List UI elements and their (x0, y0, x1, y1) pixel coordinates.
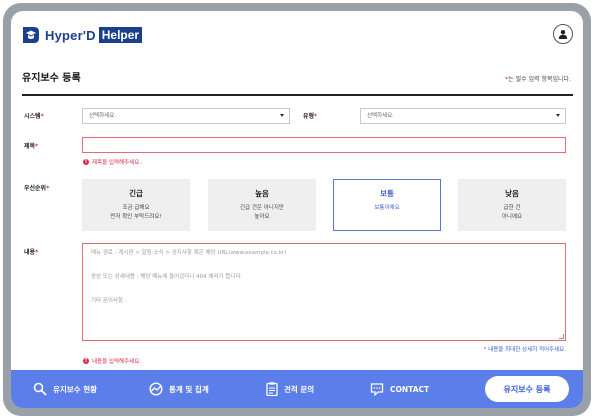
priority-name: 낮음 (505, 189, 519, 198)
chat-icon (370, 383, 384, 396)
content-hint: * 내용을 최대한 상세히 적어주세요. (483, 347, 566, 353)
chart-icon (149, 382, 163, 396)
resize-handle[interactable] (559, 334, 564, 339)
priority-name: 긴급 (129, 189, 143, 198)
subject-error-text: 제목을 입력해주세요. (92, 160, 142, 166)
nav-contact[interactable]: CONTACT (370, 370, 429, 408)
nav-label: 통계 및 집계 (169, 384, 209, 394)
system-label-text: 시스템 (24, 113, 41, 120)
nav-quote-inquiry[interactable]: 견적 문의 (266, 370, 314, 408)
priority-desc-line: 먼저 확인 부탁드려요! (110, 214, 162, 220)
content-label: 내용* (24, 247, 38, 256)
content-error: ! 내용을 입력해주세요. (83, 357, 141, 365)
priority-label: 우선순위* (24, 183, 49, 192)
subject-error: ! 제목을 입력해주세요. (83, 158, 141, 166)
priority-desc-line: 긴급 건은 아니지만 (240, 205, 284, 211)
priority-desc: 보통이에요 (334, 204, 440, 213)
nav-label: 유지보수 현황 (53, 384, 98, 394)
chevron-down-icon (280, 114, 284, 117)
nav-label: 견적 문의 (284, 384, 315, 394)
search-icon (33, 382, 47, 396)
page-title: 유지보수 등록 (22, 73, 81, 84)
subject-input[interactable] (82, 137, 566, 153)
device-frame: Hyper'D Helper 유지보수 등록 *는 필수 입력 항목입니다. 시… (3, 3, 591, 416)
title-divider (22, 94, 573, 96)
content-label-text: 내용 (24, 249, 36, 256)
content-textarea[interactable]: 메뉴 경로 : 게시판 > 알림·소식 > 공지사항 혹은 해당 URL(www… (82, 243, 566, 341)
nav-maintenance-status[interactable]: 유지보수 현황 (33, 370, 97, 408)
alert-icon: ! (83, 358, 89, 364)
priority-desc-line: 급한 건 (503, 205, 521, 211)
priority-desc-line: 조금 급해요 (122, 205, 150, 211)
priority-desc: 급한 건 아니에요 (459, 204, 565, 222)
bottom-nav: 유지보수 현황 통계 및 집계 견적 문의 CONTACT 유지보수 등록 (11, 370, 583, 408)
priority-option-low[interactable]: 낮음 급한 건 아니에요 (458, 179, 566, 231)
system-select-value: 선택하세요. (89, 113, 117, 119)
nav-statistics[interactable]: 통계 및 집계 (149, 370, 209, 408)
content-required-star: * (35, 249, 39, 256)
subject-label-text: 제목 (24, 143, 36, 150)
priority-option-normal[interactable]: 보통 보통이에요 (333, 179, 441, 231)
subject-required-star: * (35, 143, 39, 150)
placeholder-line: 기타 문의사항 : (91, 298, 127, 304)
system-label: 시스템* (24, 111, 44, 120)
priority-desc-line: 높아요 (254, 214, 270, 220)
priority-desc: 조금 급해요 먼저 확인 부탁드려요! (83, 204, 189, 222)
alert-icon: ! (83, 159, 89, 165)
type-label: 유형* (303, 111, 317, 120)
priority-name: 보통 (380, 189, 394, 198)
app-header: Hyper'D Helper (11, 11, 583, 59)
priority-name: 높음 (255, 189, 269, 198)
chevron-down-icon (556, 114, 560, 117)
system-required-star: * (40, 113, 44, 120)
logo-badge: Helper (98, 27, 143, 43)
placeholder-line: 메뉴 경로 : 게시판 > 알림·소식 > 공지사항 혹은 해당 URL(www… (91, 250, 287, 256)
subject-label: 제목* (24, 141, 38, 150)
logo-mark-icon (23, 27, 39, 43)
priority-desc-line: 보통이에요 (374, 205, 400, 211)
required-note-text: 는 필수 입력 항목입니다. (508, 76, 571, 83)
user-icon (558, 30, 568, 39)
user-button[interactable] (553, 24, 573, 44)
priority-required-star: * (46, 185, 50, 192)
priority-label-text: 우선순위 (24, 185, 47, 192)
placeholder-line: 증상 또는 상세내용 : 해당 메뉴에 들어갔더니 404 에러가 뜹니다. (91, 274, 243, 280)
priority-option-urgent[interactable]: 긴급 조금 급해요 먼저 확인 부탁드려요! (82, 179, 190, 231)
type-select[interactable]: 선택하세요. (360, 108, 566, 124)
submit-maintenance-button[interactable]: 유지보수 등록 (485, 376, 569, 402)
document-icon (266, 382, 278, 396)
required-note: *는 필수 입력 항목입니다. (505, 74, 571, 83)
logo[interactable]: Hyper'D Helper (21, 25, 143, 45)
app-screen: Hyper'D Helper 유지보수 등록 *는 필수 입력 항목입니다. 시… (11, 11, 583, 408)
nav-label: CONTACT (390, 384, 430, 394)
type-required-star: * (314, 113, 318, 120)
type-select-value: 선택하세요. (367, 113, 395, 119)
priority-option-high[interactable]: 높음 긴급 건은 아니지만 높아요 (208, 179, 316, 231)
type-label-text: 유형 (303, 113, 315, 120)
priority-desc-line: 아니에요 (501, 214, 523, 220)
content-error-text: 내용을 입력해주세요. (92, 359, 142, 365)
logo-text: Hyper'D (45, 27, 96, 43)
system-select[interactable]: 선택하세요. (82, 108, 290, 124)
priority-desc: 긴급 건은 아니지만 높아요 (209, 204, 315, 222)
